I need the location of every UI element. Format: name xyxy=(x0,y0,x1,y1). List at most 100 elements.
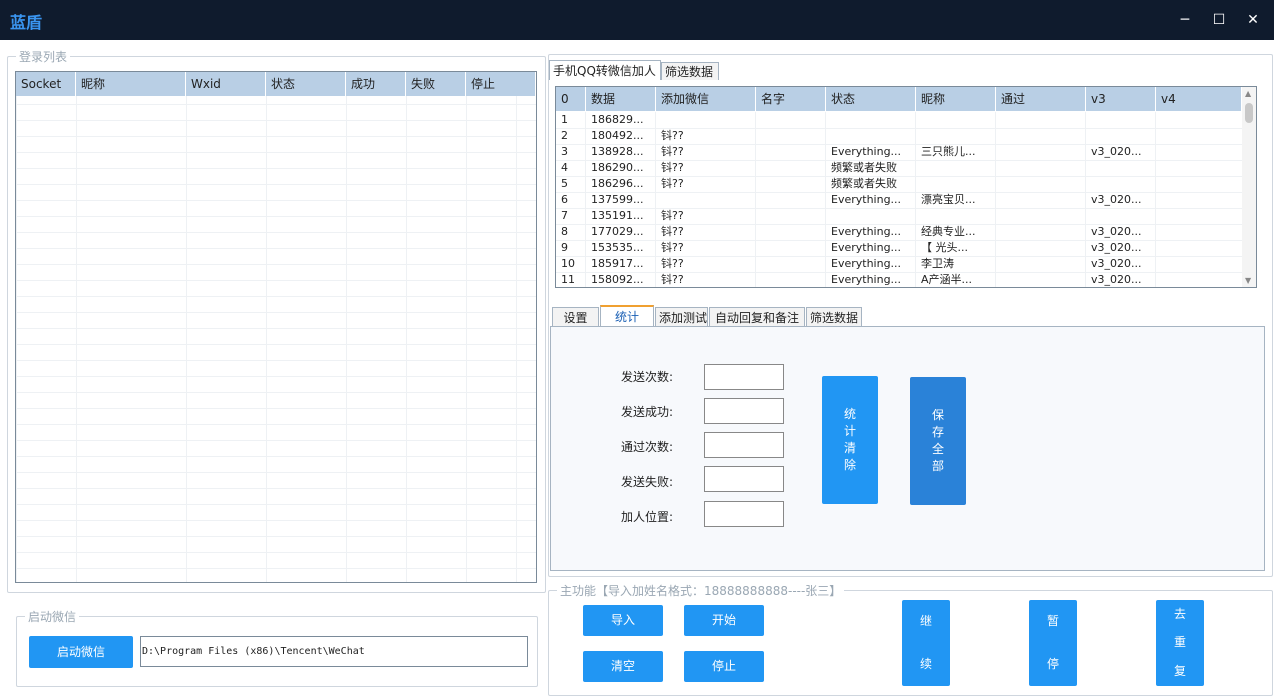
table-row[interactable]: 9 153535... 钭?? Everything... 【 光头... v3_020.… xyxy=(556,240,1242,257)
grid-line xyxy=(995,112,996,287)
tab-auto-reply[interactable]: 自动回复和备注 xyxy=(709,307,805,327)
table-row[interactable]: 8 177029... 钭?? Everything... 经典专业... v3_020.… xyxy=(556,224,1242,241)
maximize-button[interactable]: ☐ xyxy=(1206,8,1232,32)
col-nickname[interactable]: 昵称 xyxy=(916,87,996,111)
table-cell: 137599... xyxy=(591,193,644,206)
scroll-up-icon[interactable]: ▲ xyxy=(1245,89,1251,98)
col-success[interactable]: 成功 xyxy=(346,72,406,96)
pause-button[interactable]: 暂 停 xyxy=(1029,600,1077,686)
grid-line xyxy=(825,112,826,287)
table-cell: 8 xyxy=(561,225,568,238)
table-row[interactable]: 1 186829... xyxy=(556,112,1242,129)
tab-statistics[interactable]: 统计 xyxy=(600,305,654,327)
pause-char: 暂 xyxy=(1046,614,1059,628)
tab-filter-data[interactable]: 筛选数据 xyxy=(806,307,862,327)
table-cell: v3_020... xyxy=(1091,225,1142,238)
send-success-field[interactable] xyxy=(704,398,784,424)
login-grid[interactable] xyxy=(15,71,537,583)
table-cell: 钭?? xyxy=(661,161,684,174)
table-row[interactable]: 5 186296... 钭?? 频繁或者失败 xyxy=(556,176,1242,193)
table-cell: v3_020... xyxy=(1091,193,1142,206)
col-name[interactable]: 名字 xyxy=(756,87,826,111)
login-list-label: 登录列表 xyxy=(16,48,71,65)
table-cell: 11 xyxy=(561,273,575,286)
stop-button[interactable]: 停止 xyxy=(684,651,764,682)
scroll-thumb[interactable] xyxy=(1245,103,1253,123)
save-all-char: 保 xyxy=(931,408,944,422)
table-cell: Everything... xyxy=(831,145,902,158)
grid-line xyxy=(516,96,517,582)
tab-settings[interactable]: 设置 xyxy=(552,307,599,327)
table-cell: 1 xyxy=(561,113,568,126)
grid-line xyxy=(915,112,916,287)
col-add-wechat[interactable]: 添加微信 xyxy=(656,87,756,111)
col-status[interactable]: 状态 xyxy=(266,72,346,96)
col-data[interactable]: 数据 xyxy=(586,87,656,111)
add-position-field[interactable] xyxy=(704,501,784,527)
data-table[interactable]: 0 数据 添加微信 名字 状态 昵称 通过 v3 v4 1 186829... 2 1… xyxy=(555,86,1257,288)
table-cell: 钭?? xyxy=(661,241,684,254)
clear-button[interactable]: 清空 xyxy=(583,651,663,682)
start-button[interactable]: 开始 xyxy=(684,605,764,636)
table-row[interactable]: 3 138928... 钭?? Everything... 三只熊儿... v3_020.… xyxy=(556,144,1242,161)
dedupe-char: 去 xyxy=(1173,606,1186,621)
table-cell: 158092... xyxy=(591,273,644,286)
continue-button[interactable]: 继 续 xyxy=(902,600,950,686)
wechat-path-input[interactable]: D:\Program Files (x86)\Tencent\WeChat xyxy=(140,636,528,667)
close-button[interactable]: ✕ xyxy=(1240,8,1266,32)
save-all-char: 部 xyxy=(931,459,944,473)
grid-line xyxy=(655,112,656,287)
col-v3[interactable]: v3 xyxy=(1086,87,1156,111)
tab-add-test[interactable]: 添加测试 xyxy=(655,307,708,327)
dedupe-char: 重 xyxy=(1173,635,1186,650)
start-wechat-button[interactable]: 启动微信 xyxy=(29,636,133,668)
scroll-down-icon[interactable]: ▼ xyxy=(1245,276,1251,285)
minimize-button[interactable]: ─ xyxy=(1172,8,1198,32)
table-row[interactable]: 2 180492... 钭?? xyxy=(556,128,1242,145)
continue-char: 续 xyxy=(919,657,932,671)
table-row[interactable]: 7 135191... 钭?? xyxy=(556,208,1242,225)
grid-line xyxy=(466,96,467,582)
table-cell: 钭?? xyxy=(661,225,684,238)
col-socket[interactable]: Socket xyxy=(16,72,76,96)
table-cell: 177029... xyxy=(591,225,644,238)
table-row[interactable]: 6 137599... Everything... 漂亮宝贝... v3_020... xyxy=(556,192,1242,209)
grid-line xyxy=(1085,112,1086,287)
table-cell: 经典专业... xyxy=(921,225,976,238)
col-stop[interactable]: 停止 xyxy=(466,72,536,96)
col-index[interactable]: 0 xyxy=(556,87,586,111)
tab-filter-data-top[interactable]: 筛选数据 xyxy=(661,62,719,80)
table-cell: 2 xyxy=(561,129,568,142)
send-fail-label: 发送失败: xyxy=(621,475,674,489)
table-cell: 钭?? xyxy=(661,177,684,190)
pass-count-field[interactable] xyxy=(704,432,784,458)
col-wxid[interactable]: Wxid xyxy=(186,72,266,96)
col-pass[interactable]: 通过 xyxy=(996,87,1086,111)
col-status[interactable]: 状态 xyxy=(826,87,916,111)
table-cell: A产涵半... xyxy=(921,273,973,286)
save-all-button[interactable]: 保 存 全 部 xyxy=(910,377,966,505)
grid-line xyxy=(76,96,77,582)
dedupe-button[interactable]: 去 重 复 xyxy=(1156,600,1204,686)
table-cell: 180492... xyxy=(591,129,644,142)
grid-line xyxy=(1155,112,1156,287)
import-button[interactable]: 导入 xyxy=(583,605,663,636)
clear-stats-char: 清 xyxy=(843,441,856,455)
table-row[interactable]: 4 186290... 钭?? 频繁或者失败 xyxy=(556,160,1242,177)
table-row[interactable]: 11 158092... 钭?? Everything... A产涵半... v3_020… xyxy=(556,272,1242,287)
table-cell: 5 xyxy=(561,177,568,190)
table-cell: 钭?? xyxy=(661,257,684,270)
col-fail[interactable]: 失败 xyxy=(406,72,466,96)
tab-qq-to-wechat[interactable]: 手机QQ转微信加人 xyxy=(549,60,661,80)
send-count-field[interactable] xyxy=(704,364,784,390)
clear-stats-button[interactable]: 统 计 清 除 xyxy=(822,376,878,504)
grid-line xyxy=(406,96,407,582)
save-all-char: 全 xyxy=(931,442,944,456)
send-fail-field[interactable] xyxy=(704,466,784,492)
table-row[interactable]: 10 185917... 钭?? Everything... 李卫涛 v3_020... xyxy=(556,256,1242,273)
table-cell: 钭?? xyxy=(661,145,684,158)
table-cell: 3 xyxy=(561,145,568,158)
data-table-scrollbar[interactable]: ▲ ▼ xyxy=(1242,87,1256,287)
col-v4[interactable]: v4 xyxy=(1156,87,1242,111)
col-nickname[interactable]: 昵称 xyxy=(76,72,186,96)
